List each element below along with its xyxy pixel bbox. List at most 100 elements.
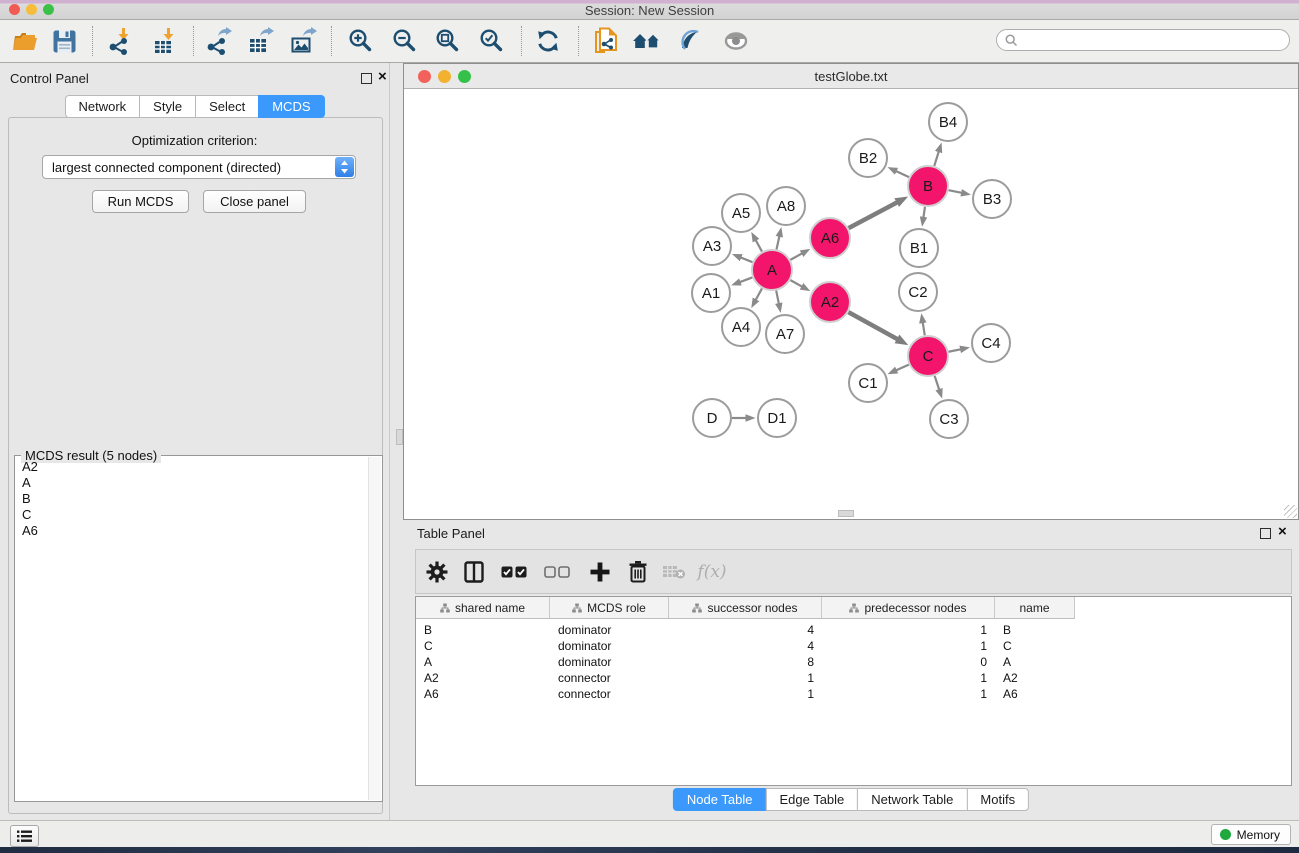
open-file-icon[interactable] bbox=[9, 27, 41, 55]
mcds-result-item[interactable]: B bbox=[16, 491, 368, 507]
zoom-fit-icon[interactable] bbox=[432, 27, 464, 55]
table-close-panel-icon[interactable]: × bbox=[1278, 526, 1287, 537]
node-A3[interactable]: A3 bbox=[693, 227, 731, 265]
edge-A-A5[interactable] bbox=[756, 240, 762, 251]
column-header-shared-name[interactable]: shared name bbox=[416, 597, 550, 618]
delete-column-trash-icon[interactable] bbox=[623, 559, 653, 585]
function-builder-icon[interactable]: f(x) bbox=[697, 559, 727, 585]
node-B3[interactable]: B3 bbox=[973, 180, 1011, 218]
zoom-selected-icon[interactable] bbox=[476, 27, 508, 55]
edge-C-C2[interactable] bbox=[923, 323, 925, 336]
column-header-MCDS-role[interactable]: MCDS role bbox=[550, 597, 669, 618]
edge-A-A7[interactable] bbox=[776, 291, 779, 304]
edge-B-B1[interactable] bbox=[923, 207, 925, 218]
graphics-details-icon[interactable] bbox=[674, 27, 706, 55]
delete-table-icon[interactable] bbox=[659, 559, 689, 585]
edge-B-B2[interactable] bbox=[896, 171, 909, 177]
node-A5[interactable]: A5 bbox=[722, 194, 760, 232]
import-network-icon[interactable] bbox=[105, 27, 137, 55]
column-header-successor-nodes[interactable]: successor nodes bbox=[669, 597, 822, 618]
node-D1[interactable]: D1 bbox=[758, 399, 796, 437]
tab-select[interactable]: Select bbox=[195, 95, 259, 118]
edge-A-A2[interactable] bbox=[790, 280, 802, 286]
edge-C-C1[interactable] bbox=[896, 365, 909, 371]
home-layout-icon[interactable] bbox=[631, 27, 663, 55]
tab-style[interactable]: Style bbox=[139, 95, 196, 118]
window-resize-grip[interactable] bbox=[1284, 505, 1297, 518]
select-all-icon[interactable] bbox=[499, 559, 529, 585]
column-header-name[interactable]: name bbox=[995, 597, 1075, 618]
network-graph-canvas[interactable]: B4 B2 B B3 A5A8A6 A3 B1 A A1 C2 A2 A4A7 C4 C C1 C3 D D1 bbox=[404, 89, 1298, 519]
edge-A-A6[interactable] bbox=[790, 253, 802, 259]
node-A7[interactable]: A7 bbox=[766, 315, 804, 353]
table-row[interactable]: A2connector11A2 bbox=[416, 670, 1291, 686]
node-A2[interactable]: A2 bbox=[810, 282, 850, 322]
tab-edge-table[interactable]: Edge Table bbox=[765, 788, 858, 811]
node-C2[interactable]: C2 bbox=[899, 273, 937, 311]
node-A1[interactable]: A1 bbox=[692, 274, 730, 312]
table-row[interactable]: Cdominator41C bbox=[416, 638, 1291, 654]
edge-B-B4[interactable] bbox=[934, 152, 938, 166]
export-network-icon[interactable] bbox=[203, 27, 235, 55]
table-row[interactable]: A6connector11A6 bbox=[416, 686, 1291, 702]
mcds-result-item[interactable]: C bbox=[16, 507, 368, 523]
memory-button[interactable]: Memory bbox=[1211, 824, 1291, 845]
table-row[interactable]: Adominator80A bbox=[416, 654, 1291, 670]
edge-A-A1[interactable] bbox=[740, 277, 752, 282]
clone-network-icon[interactable] bbox=[590, 27, 622, 55]
edge-A-A4[interactable] bbox=[756, 288, 762, 299]
edge-C-C3[interactable] bbox=[935, 376, 940, 390]
close-panel-button[interactable]: Close panel bbox=[203, 190, 306, 213]
column-header-predecessor-nodes[interactable]: predecessor nodes bbox=[822, 597, 995, 618]
tab-motifs[interactable]: Motifs bbox=[966, 788, 1029, 811]
edge-B-B3[interactable] bbox=[949, 190, 962, 193]
refresh-layout-icon[interactable] bbox=[532, 27, 564, 55]
node-B[interactable]: B bbox=[908, 166, 948, 206]
horizontal-splitter-handle[interactable] bbox=[838, 510, 854, 517]
zoom-in-icon[interactable] bbox=[345, 27, 377, 55]
mcds-result-item[interactable]: A2 bbox=[16, 459, 368, 475]
node-A[interactable]: A bbox=[752, 250, 792, 290]
node-D[interactable]: D bbox=[693, 399, 731, 437]
float-panel-icon[interactable] bbox=[361, 73, 372, 84]
node-A8[interactable]: A8 bbox=[767, 187, 805, 225]
run-mcds-button[interactable]: Run MCDS bbox=[92, 190, 189, 213]
node-B1[interactable]: B1 bbox=[900, 229, 938, 267]
tab-node-table[interactable]: Node Table bbox=[673, 788, 767, 811]
tab-mcds[interactable]: MCDS bbox=[258, 95, 324, 118]
table-settings-gear-icon[interactable] bbox=[422, 559, 452, 585]
node-A6[interactable]: A6 bbox=[810, 218, 850, 258]
mcds-result-item[interactable]: A bbox=[16, 475, 368, 491]
network-window-titlebar[interactable]: testGlobe.txt bbox=[404, 64, 1298, 89]
mcds-result-scrollbar[interactable] bbox=[368, 457, 381, 800]
node-B4[interactable]: B4 bbox=[929, 103, 967, 141]
edge-A-A3[interactable] bbox=[741, 258, 753, 263]
zoom-out-icon[interactable] bbox=[389, 27, 421, 55]
save-session-icon[interactable] bbox=[48, 27, 80, 55]
export-table-icon[interactable] bbox=[245, 27, 277, 55]
edge-C-C4[interactable] bbox=[949, 349, 961, 351]
table-row[interactable]: Bdominator41B bbox=[416, 622, 1291, 638]
export-image-icon[interactable] bbox=[288, 27, 320, 55]
deselect-all-icon[interactable] bbox=[542, 559, 572, 585]
criterion-select[interactable]: largest connected component (directed) bbox=[42, 155, 356, 179]
show-columns-icon[interactable] bbox=[459, 559, 489, 585]
edge-A6-B[interactable] bbox=[849, 202, 898, 228]
mcds-result-list[interactable]: A2ABCA6 bbox=[16, 459, 368, 800]
node-B2[interactable]: B2 bbox=[849, 139, 887, 177]
network-list-button[interactable] bbox=[10, 825, 39, 847]
edge-A-A8[interactable] bbox=[776, 236, 779, 249]
node-C4[interactable]: C4 bbox=[972, 324, 1010, 362]
search-field[interactable] bbox=[996, 29, 1290, 51]
close-panel-icon[interactable]: × bbox=[378, 71, 387, 82]
node-C3[interactable]: C3 bbox=[930, 400, 968, 438]
tab-network[interactable]: Network bbox=[64, 95, 140, 118]
mcds-result-item[interactable]: A6 bbox=[16, 523, 368, 539]
edge-A2-C[interactable] bbox=[848, 312, 897, 339]
table-float-panel-icon[interactable] bbox=[1260, 528, 1271, 539]
node-C[interactable]: C bbox=[908, 336, 948, 376]
node-A4[interactable]: A4 bbox=[722, 308, 760, 346]
vertical-splitter-handle[interactable] bbox=[396, 429, 403, 445]
eye-icon[interactable] bbox=[720, 27, 752, 55]
node-C1[interactable]: C1 bbox=[849, 364, 887, 402]
